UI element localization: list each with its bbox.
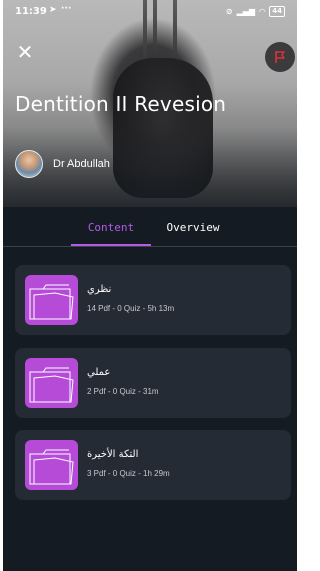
section-title: عملي: [87, 367, 111, 378]
folder-icon: [25, 358, 78, 408]
close-button[interactable]: ✕: [15, 42, 35, 62]
flag-icon: [275, 51, 285, 63]
status-time: 11:39: [15, 6, 47, 17]
section-title: التكة الأخيرة: [87, 449, 139, 460]
signal-icon: ▂▄▆: [236, 7, 256, 16]
close-icon: ✕: [16, 40, 34, 64]
status-icons: ⊘ ▂▄▆ ◠ 44: [226, 6, 285, 17]
tab-content[interactable]: Content: [71, 221, 151, 234]
list-item[interactable]: التكة الأخيرة 3 Pdf - 0 Quiz - 1h 29m: [15, 430, 291, 500]
mute-icon: ⊘: [225, 7, 233, 16]
hero-shade: [3, 127, 297, 207]
status-bar: 11:39 ➤ ··· ⊘ ▂▄▆ ◠ 44: [3, 0, 297, 24]
tab-bar: Content Overview: [3, 207, 297, 247]
app-screen: 11:39 ➤ ··· ⊘ ▂▄▆ ◠ 44 ✕ Dentition II Re…: [3, 0, 297, 571]
folder-icon: [25, 275, 78, 325]
avatar[interactable]: [15, 150, 43, 178]
folder-icon: [25, 440, 78, 490]
list-item[interactable]: نظري 14 Pdf - 0 Quiz - 5h 13m: [15, 265, 291, 335]
active-tab-indicator: [71, 244, 151, 246]
battery-icon: 44: [269, 6, 285, 17]
more-icon: ···: [61, 4, 72, 14]
author-name[interactable]: Dr Abdullah: [53, 158, 110, 170]
list-item[interactable]: عملي 2 Pdf - 0 Quiz - 31m: [15, 348, 291, 418]
tab-overview[interactable]: Overview: [153, 221, 233, 234]
course-title: Dentition II Revesion: [15, 92, 227, 116]
section-meta: 2 Pdf - 0 Quiz - 31m: [87, 387, 159, 396]
section-title: نظري: [87, 284, 112, 295]
section-meta: 14 Pdf - 0 Quiz - 5h 13m: [87, 304, 175, 313]
telegram-icon: ➤: [49, 5, 57, 15]
wifi-icon: ◠: [259, 7, 266, 16]
section-meta: 3 Pdf - 0 Quiz - 1h 29m: [87, 469, 170, 478]
report-button[interactable]: [265, 42, 295, 72]
